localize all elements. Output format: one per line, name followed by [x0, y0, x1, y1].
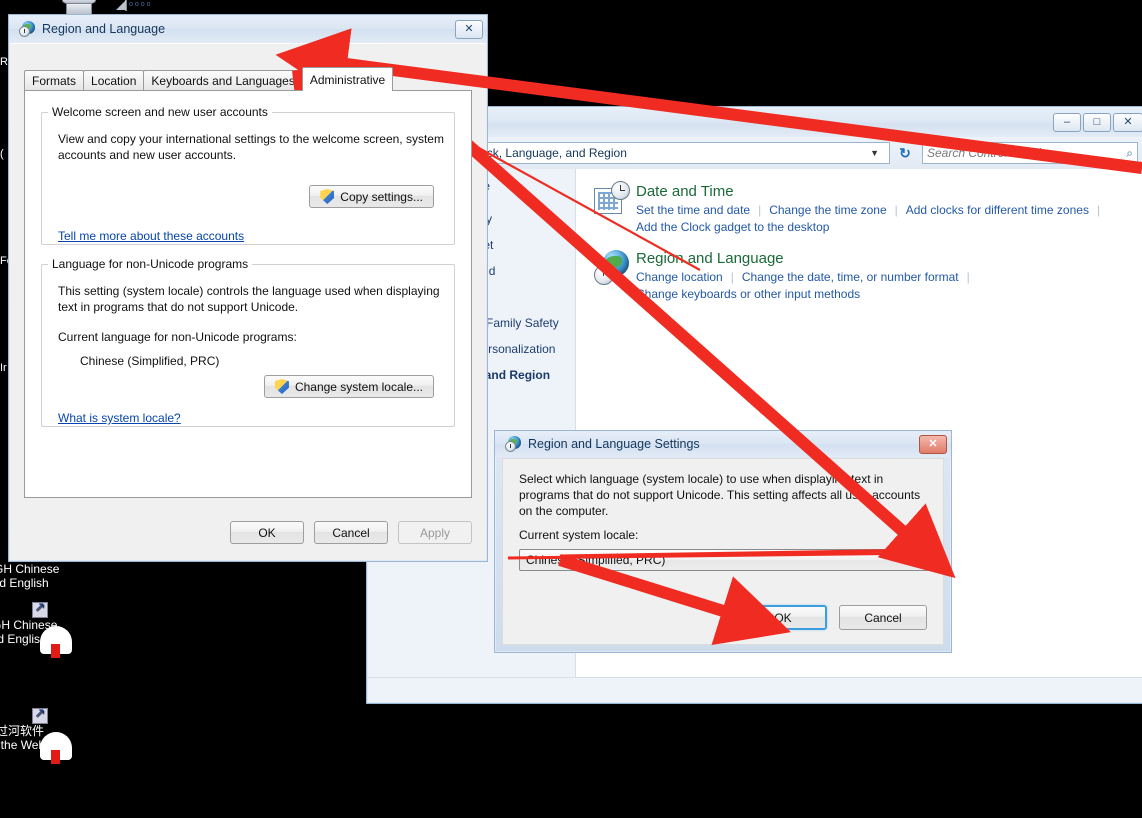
region-and-language-icon	[594, 250, 629, 285]
date-and-time-icon	[594, 181, 630, 217]
current-language-label: Current language for non-Unicode program…	[58, 330, 297, 344]
search-placeholder: Search Control Panel	[927, 146, 1042, 160]
category-title-region-and-language[interactable]: Region and Language	[636, 250, 978, 267]
change-system-locale-button[interactable]: Change system locale...	[263, 375, 434, 398]
settings-button-row: OK Cancel	[739, 605, 927, 630]
task-add-clocks-for-different-time-zones[interactable]: Add clocks for different time zones	[906, 203, 1089, 217]
minimize-button[interactable]: –	[1053, 112, 1081, 132]
task-row: Change keyboards or other input methods	[636, 286, 978, 303]
desktop-icon-xiangguohe-web[interactable]: 象过河软件 on the Web	[0, 706, 80, 752]
settings-description: Select which language (system locale) to…	[519, 472, 921, 518]
close-button[interactable]: ✕	[455, 19, 483, 39]
ok-button[interactable]: OK	[739, 605, 827, 630]
notepad-icon: oooo	[78, 0, 174, 11]
cancel-button[interactable]: Cancel	[839, 605, 927, 630]
desktop-edge-label: (	[0, 148, 4, 160]
settings-dialog-body: Select which language (system locale) to…	[502, 458, 944, 645]
task-row: Set the time and date | Change the time zo…	[636, 203, 1101, 217]
task-add-the-clock-gadget-to-the-desktop[interactable]: Add the Clock gadget to the desktop	[636, 220, 829, 234]
search-input[interactable]: Search Control Panel ⌕	[922, 142, 1138, 164]
region-and-language-dialog: Region and Language ✕ Formats Location K…	[8, 14, 488, 562]
dialog-title: Region and Language	[42, 22, 166, 36]
task-row: Add the Clock gadget to the desktop	[636, 219, 1108, 236]
system-locale-value: Chinese (Simplified, PRC)	[526, 553, 666, 567]
tab-strip: Formats Location Keyboards and Languages…	[24, 67, 472, 91]
close-button[interactable]: ✕	[1113, 112, 1142, 132]
change-system-locale-label: Change system locale...	[294, 379, 423, 394]
group-legend: Welcome screen and new user accounts	[52, 105, 268, 119]
welcome-description: View and copy your international setting…	[58, 132, 444, 162]
region-language-icon	[19, 21, 35, 37]
nonunicode-description: This setting (system locale) controls th…	[58, 284, 440, 314]
category-region-and-language: Region and Language Change location | Chan…	[594, 250, 1142, 303]
search-icon: ⌕	[1126, 145, 1133, 160]
chevron-down-icon: ▼	[919, 555, 928, 565]
screen: oooo XGH Chinese and English XGH Chinese…	[0, 0, 1142, 818]
ok-button[interactable]: OK	[230, 521, 304, 544]
desktop-edge-label: R	[0, 56, 8, 68]
desktop-edge-label: Ir	[0, 362, 7, 374]
desktop-icon-xgh-chinese-english-1[interactable]: XGH Chinese and English	[0, 562, 82, 590]
tell-me-more-link[interactable]: Tell me more about these accounts	[58, 229, 244, 243]
system-locale-dropdown[interactable]: Chinese (Simplified, PRC) ▼	[519, 549, 935, 571]
refresh-icon[interactable]: ↻	[894, 142, 916, 164]
task-change-the-time-zone[interactable]: Change the time zone	[769, 203, 886, 217]
breadcrumb-clock-language-region[interactable]: Clock, Language, and Region	[469, 146, 627, 160]
task-row: Change location | Change the date, time, o…	[636, 270, 970, 284]
current-language-value: Chinese (Simplified, PRC)	[80, 354, 220, 368]
tab-administrative[interactable]: Administrative	[301, 67, 394, 91]
task-change-keyboards-or-other-input-methods[interactable]: Change keyboards or other input methods	[636, 287, 860, 301]
category-title-date-and-time[interactable]: Date and Time	[636, 183, 1108, 200]
group-welcome-screen-and-new-user-accounts: Welcome screen and new user accounts Vie…	[41, 105, 455, 245]
group-language-for-non-unicode-programs: Language for non-Unicode programs This s…	[41, 257, 455, 427]
settings-dialog-title: Region and Language Settings	[528, 437, 700, 451]
maximize-button[interactable]: □	[1083, 112, 1111, 132]
group-legend: Language for non-Unicode programs	[52, 257, 249, 271]
desktop-icon-label: XGH Chinese and English	[0, 562, 60, 590]
control-panel-status-bar	[368, 677, 1142, 702]
shield-icon	[320, 189, 335, 204]
close-button[interactable]: ✕	[919, 434, 947, 454]
shield-icon	[274, 379, 289, 394]
category-date-and-time: Date and Time Set the time and date | Chan…	[594, 181, 1142, 236]
region-language-icon	[505, 436, 521, 452]
task-change-the-date-time-or-number-format[interactable]: Change the date, time, or number format	[742, 270, 959, 284]
dialog-titlebar: Region and Language ✕	[9, 15, 487, 43]
desktop-icon-xgh-chinese-english-2[interactable]: XGH Chinese and Englis...	[0, 600, 80, 646]
task-set-the-time-and-date[interactable]: Set the time and date	[636, 203, 750, 217]
region-and-language-settings-dialog: Region and Language Settings ✕ Select wh…	[494, 430, 952, 653]
settings-dialog-titlebar: Region and Language Settings ✕	[495, 431, 951, 457]
apply-button: Apply	[398, 521, 472, 544]
desktop-icon-notepad[interactable]: oooo	[78, 0, 174, 12]
tab-location[interactable]: Location	[83, 70, 145, 90]
dialog-body: Formats Location Keyboards and Languages…	[10, 43, 486, 560]
task-change-location[interactable]: Change location	[636, 270, 723, 284]
cancel-button[interactable]: Cancel	[314, 521, 388, 544]
address-dropdown-icon[interactable]: ▼	[864, 148, 885, 158]
dialog-button-row: OK Cancel Apply	[230, 521, 472, 544]
tab-formats[interactable]: Formats	[24, 70, 85, 90]
copy-settings-label: Copy settings...	[340, 189, 423, 204]
current-system-locale-label: Current system locale:	[519, 528, 639, 542]
tab-panel-administrative: Welcome screen and new user accounts Vie…	[24, 90, 472, 498]
copy-settings-button[interactable]: Copy settings...	[309, 185, 434, 208]
what-is-system-locale-link[interactable]: What is system locale?	[58, 411, 181, 425]
tab-keyboards-and-languages[interactable]: Keyboards and Languages	[143, 70, 303, 90]
